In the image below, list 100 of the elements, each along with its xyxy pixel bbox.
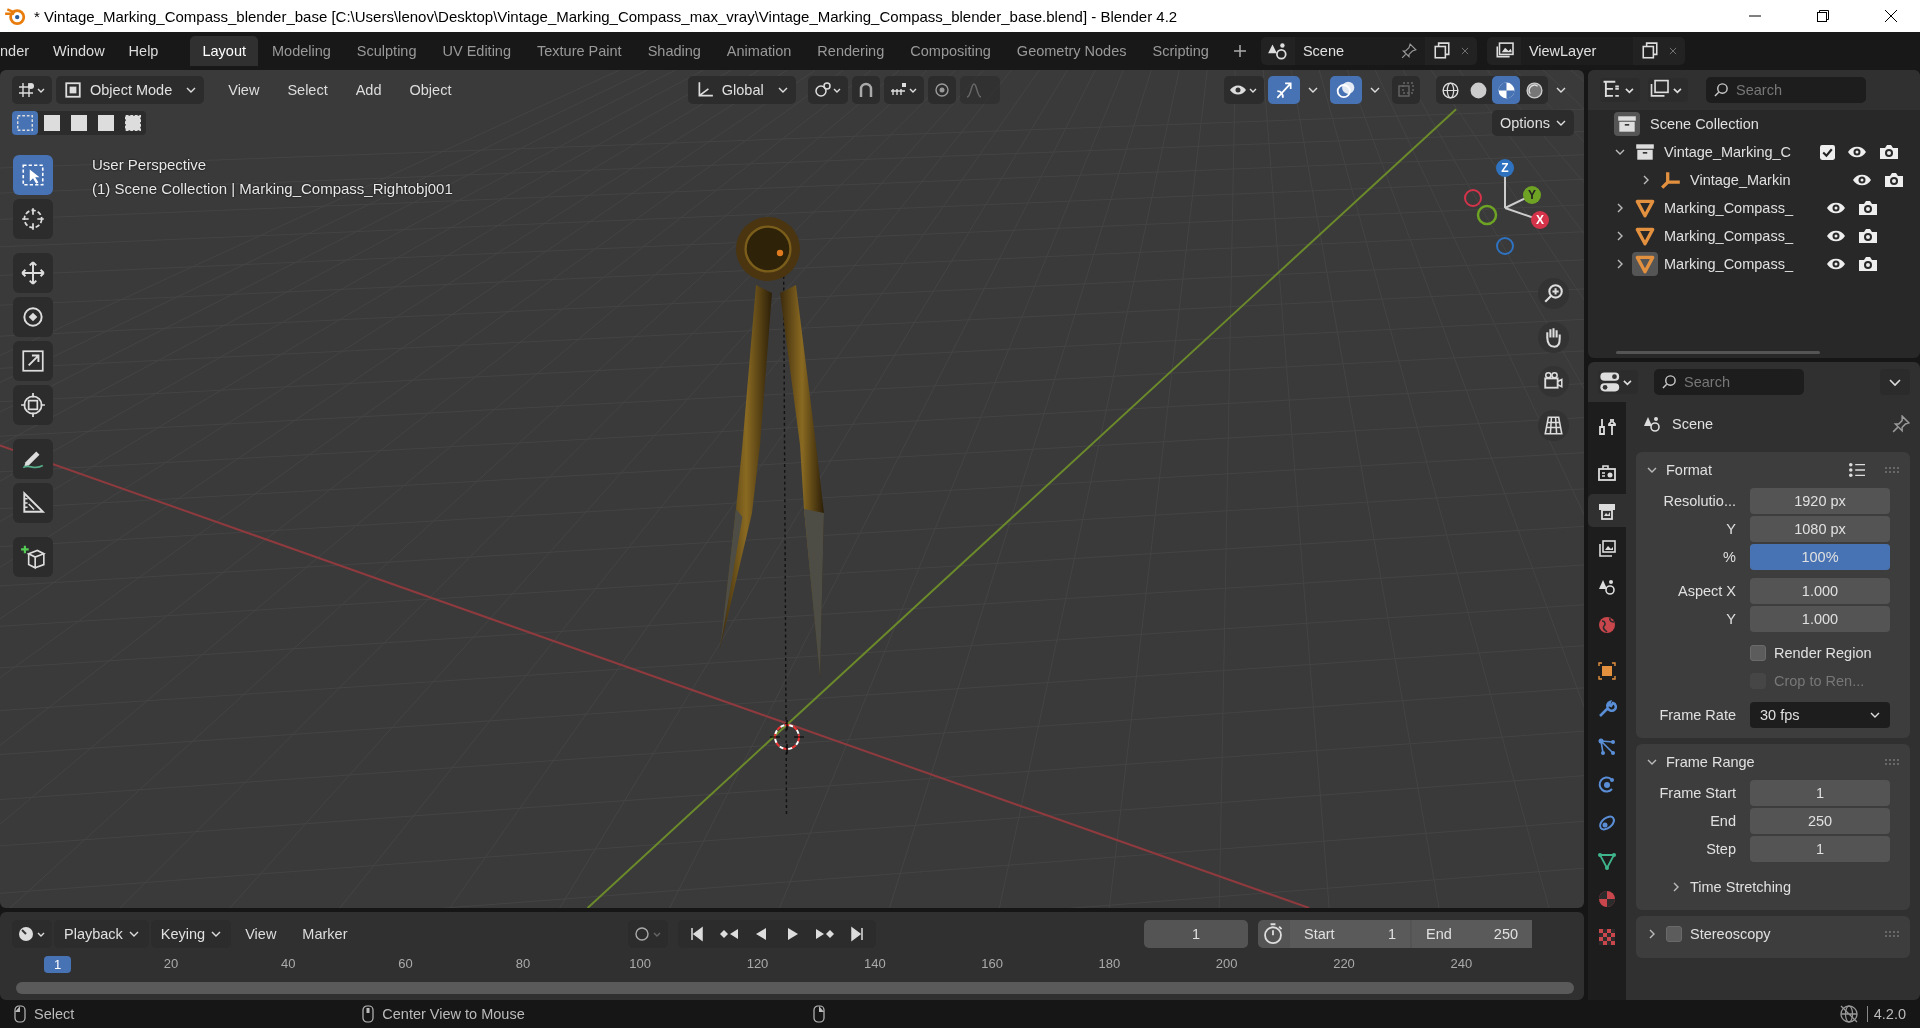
tool-button[interactable] [13, 297, 53, 337]
outliner-item[interactable]: Vintage_Markin [1690, 172, 1840, 188]
panel-title[interactable]: Stereoscopy [1690, 926, 1771, 942]
percentage-slider[interactable]: 100% [1750, 544, 1890, 570]
tool-button[interactable] [13, 199, 53, 239]
number-field[interactable]: 1080 px [1750, 516, 1890, 542]
orientation-dropdown[interactable]: Global [687, 76, 796, 104]
timeline-dropdown[interactable]: Keying [150, 920, 232, 948]
eye-icon[interactable] [1852, 172, 1872, 188]
chevron-down-icon[interactable] [1556, 87, 1566, 93]
outliner-item[interactable]: Marking_Compass_ [1664, 256, 1814, 272]
checkbox[interactable] [1750, 645, 1766, 661]
outliner-item[interactable]: Scene Collection [1650, 116, 1759, 132]
eye-icon[interactable] [1826, 256, 1846, 272]
workspace-tab[interactable]: Sculpting [344, 36, 429, 66]
snap-grid-icon[interactable] [883, 76, 924, 104]
gizmo-toggle[interactable] [1268, 76, 1300, 104]
zoom-icon[interactable] [1538, 278, 1569, 309]
menu-item[interactable]: Help [116, 43, 171, 59]
drag-handle-icon[interactable] [1884, 466, 1900, 474]
workspace-tab[interactable]: Scripting [1140, 36, 1221, 66]
number-field[interactable]: 250 [1750, 808, 1890, 834]
eye-icon[interactable] [1826, 228, 1846, 244]
drag-handle-icon[interactable] [1884, 930, 1900, 938]
viewport-menu[interactable]: View [216, 82, 272, 98]
properties-tab[interactable] [1588, 494, 1626, 527]
start-frame-field[interactable]: Start 1 [1290, 920, 1410, 948]
current-frame-marker[interactable]: 1 [44, 956, 72, 973]
eye-icon[interactable] [1826, 200, 1846, 216]
hand-icon[interactable] [1538, 322, 1569, 353]
drag-handle-icon[interactable] [1884, 758, 1900, 766]
eye-icon[interactable] [1847, 144, 1867, 160]
clock-icon[interactable] [12, 920, 52, 948]
frame-rate-dropdown[interactable]: 30 fps [1750, 702, 1890, 728]
snap-icon[interactable] [851, 76, 880, 104]
view-layer-field[interactable]: ViewLayer [1520, 37, 1633, 65]
filter-icon[interactable] [1648, 78, 1688, 102]
grid-icon[interactable] [1538, 410, 1569, 441]
tool-button[interactable] [13, 537, 53, 577]
tool-button[interactable] [13, 253, 53, 293]
tool-button[interactable] [13, 341, 53, 381]
workspace-tab[interactable]: UV Editing [430, 36, 523, 66]
camera-icon[interactable] [1858, 200, 1878, 216]
workspace-tab[interactable]: Geometry Nodes [1004, 36, 1139, 66]
end-frame-field[interactable]: End 250 [1412, 920, 1532, 948]
search-field[interactable]: Search [1706, 77, 1866, 103]
camera-icon[interactable] [1884, 172, 1904, 188]
visibility-icon[interactable] [1224, 76, 1264, 104]
outliner-scrollbar[interactable] [1616, 351, 1820, 354]
display-mode-icon[interactable] [1600, 78, 1640, 102]
viewport-menu[interactable]: Select [275, 82, 340, 98]
checkbox[interactable] [1666, 926, 1682, 942]
camera-icon[interactable] [1858, 256, 1878, 272]
selection-mode-icon[interactable] [12, 111, 38, 135]
preset-list-icon[interactable] [1848, 462, 1866, 478]
shading-button[interactable] [1492, 76, 1520, 104]
restore-icon[interactable] [1816, 9, 1830, 23]
camera-icon[interactable] [1538, 366, 1569, 397]
timeline-menu[interactable]: View [233, 926, 289, 942]
number-field[interactable]: 1.000 [1750, 606, 1890, 632]
checkbox[interactable] [1820, 144, 1835, 160]
viewport-menu[interactable]: Add [343, 82, 394, 98]
overlay-toggle[interactable] [1330, 76, 1362, 104]
tool-button[interactable] [13, 439, 53, 479]
workspace-tab[interactable]: Animation [714, 36, 804, 66]
outliner-item[interactable]: Marking_Compass_ [1664, 200, 1814, 216]
number-field[interactable]: 1 [1750, 780, 1890, 806]
camera-icon[interactable] [1879, 144, 1899, 160]
number-field[interactable]: 1920 px [1750, 488, 1890, 514]
checkbox-label[interactable]: Render Region [1774, 645, 1872, 661]
tool-button[interactable] [13, 155, 53, 195]
viewport-menu[interactable]: Object [397, 82, 464, 98]
chevron-down-icon[interactable] [1370, 87, 1380, 93]
menu-item[interactable]: nder [0, 43, 42, 59]
timeline-menu[interactable]: Marker [290, 926, 360, 942]
current-frame-field[interactable]: 1 [1144, 920, 1248, 948]
number-field[interactable]: 1.000 [1750, 578, 1890, 604]
scene-name-field[interactable]: Scene [1294, 37, 1425, 65]
timeline-dropdown[interactable]: Playback [54, 920, 149, 948]
workspace-tab[interactable]: Shading [635, 36, 713, 66]
panel-title[interactable]: Frame Range [1666, 754, 1755, 770]
pivot-icon[interactable] [807, 76, 848, 104]
tool-button[interactable] [13, 385, 53, 425]
outliner-item[interactable]: Marking_Compass_ [1664, 228, 1814, 244]
tool-button[interactable] [13, 483, 53, 523]
panel-title[interactable]: Format [1666, 462, 1712, 478]
timeline-scrollbar[interactable] [16, 982, 1574, 994]
chevron-down-icon[interactable] [1308, 87, 1318, 93]
pin-icon[interactable] [1400, 43, 1417, 59]
workspace-tab[interactable]: Layout [190, 36, 258, 66]
number-field[interactable]: 1 [1750, 836, 1890, 862]
editor-type-icon[interactable] [12, 76, 52, 104]
close-icon[interactable] [1884, 9, 1898, 23]
camera-icon[interactable] [1858, 228, 1878, 244]
workspace-tab[interactable]: Compositing [898, 36, 1003, 66]
scene-icon[interactable] [1266, 42, 1289, 60]
search-field[interactable]: Search [1654, 369, 1804, 395]
workspace-tab[interactable]: Modeling [260, 36, 343, 66]
menu-item[interactable]: Window [41, 43, 117, 59]
outliner-item[interactable]: Vintage_Marking_C [1664, 144, 1814, 160]
